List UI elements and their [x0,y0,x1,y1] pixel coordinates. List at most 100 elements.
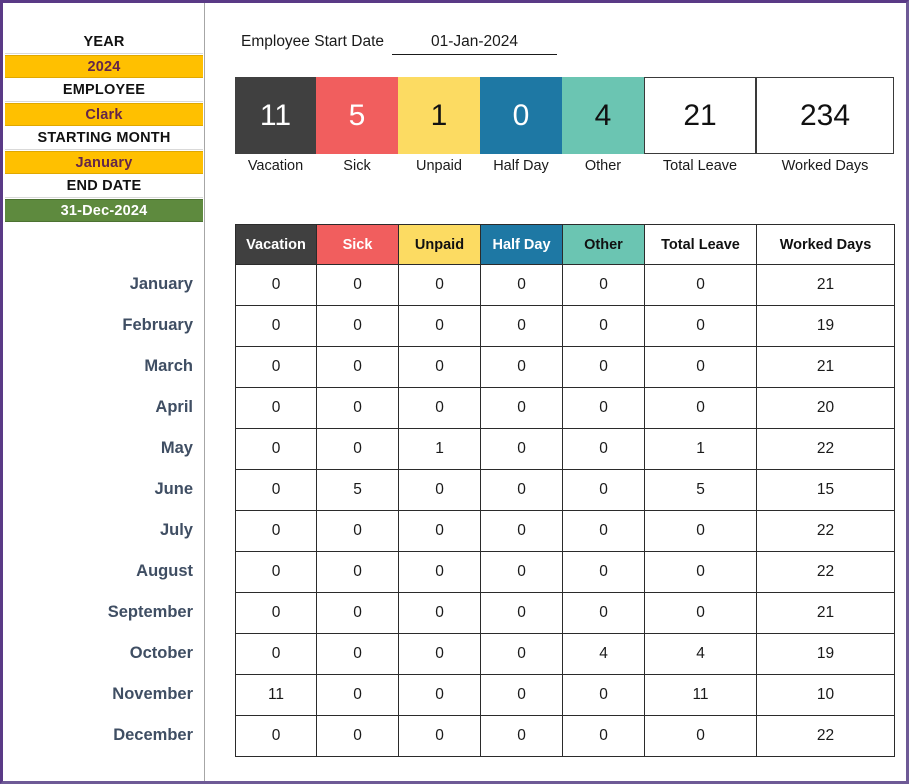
cell-march-unpaid[interactable]: 0 [398,346,481,388]
cell-may-worked-days[interactable]: 22 [756,428,895,470]
summary-card-value: 234 [799,98,851,132]
cell-march-sick[interactable]: 0 [316,346,399,388]
cell-december-worked-days[interactable]: 22 [756,715,895,757]
cell-april-other[interactable]: 0 [562,387,645,429]
cell-december-vacation[interactable]: 0 [235,715,317,757]
cell-november-worked-days[interactable]: 10 [756,674,895,716]
cell-july-worked-days[interactable]: 22 [756,510,895,552]
cell-june-half-day[interactable]: 0 [480,469,563,511]
cell-february-sick[interactable]: 0 [316,305,399,347]
cell-september-half-day[interactable]: 0 [480,592,563,634]
cell-august-total-leave[interactable]: 0 [644,551,757,593]
cell-october-vacation[interactable]: 0 [235,633,317,675]
cell-february-unpaid[interactable]: 0 [398,305,481,347]
cell-november-sick[interactable]: 0 [316,674,399,716]
cell-january-half-day[interactable]: 0 [480,264,563,306]
info-value-0[interactable]: 2024 [5,55,203,78]
cell-february-other[interactable]: 0 [562,305,645,347]
column-header-vacation[interactable]: Vacation [235,224,317,265]
cell-april-total-leave[interactable]: 0 [644,387,757,429]
cell-october-worked-days[interactable]: 19 [756,633,895,675]
cell-august-half-day[interactable]: 0 [480,551,563,593]
cell-september-vacation[interactable]: 0 [235,592,317,634]
cell-january-other[interactable]: 0 [562,264,645,306]
cell-november-vacation[interactable]: 11 [235,674,317,716]
cell-december-unpaid[interactable]: 0 [398,715,481,757]
cell-october-other[interactable]: 4 [562,633,645,675]
cell-april-vacation[interactable]: 0 [235,387,317,429]
cell-october-sick[interactable]: 0 [316,633,399,675]
cell-january-vacation[interactable]: 0 [235,264,317,306]
info-value-1[interactable]: Clark [5,103,203,126]
column-header-worked-days[interactable]: Worked Days [756,224,895,265]
cell-march-half-day[interactable]: 0 [480,346,563,388]
cell-september-sick[interactable]: 0 [316,592,399,634]
column-header-sick[interactable]: Sick [316,224,399,265]
cell-june-vacation[interactable]: 0 [235,469,317,511]
cell-june-worked-days[interactable]: 15 [756,469,895,511]
cell-october-half-day[interactable]: 0 [480,633,563,675]
cell-december-sick[interactable]: 0 [316,715,399,757]
cell-december-other[interactable]: 0 [562,715,645,757]
cell-august-other[interactable]: 0 [562,551,645,593]
employee-start-date-field[interactable]: 01-Jan-2024 [392,33,558,55]
cell-october-total-leave[interactable]: 4 [644,633,757,675]
cell-september-total-leave[interactable]: 0 [644,592,757,634]
cell-february-total-leave[interactable]: 0 [644,305,757,347]
cell-january-sick[interactable]: 0 [316,264,399,306]
cell-april-sick[interactable]: 0 [316,387,399,429]
cell-november-other[interactable]: 0 [562,674,645,716]
cell-january-worked-days[interactable]: 21 [756,264,895,306]
cell-january-unpaid[interactable]: 0 [398,264,481,306]
cell-may-total-leave[interactable]: 1 [644,428,757,470]
cell-november-half-day[interactable]: 0 [480,674,563,716]
cell-september-other[interactable]: 0 [562,592,645,634]
column-header-other[interactable]: Other [562,224,645,265]
cell-april-worked-days[interactable]: 20 [756,387,895,429]
cell-march-worked-days[interactable]: 21 [756,346,895,388]
cell-june-sick[interactable]: 5 [316,469,399,511]
cell-march-other[interactable]: 0 [562,346,645,388]
cell-august-unpaid[interactable]: 0 [398,551,481,593]
cell-november-unpaid[interactable]: 0 [398,674,481,716]
cell-september-unpaid[interactable]: 0 [398,592,481,634]
cell-july-unpaid[interactable]: 0 [398,510,481,552]
cell-november-total-leave[interactable]: 11 [644,674,757,716]
cell-july-sick[interactable]: 0 [316,510,399,552]
leave-table-body: 0 0 0 0 0 0 21 0 0 0 0 0 0 19 0 0 0 0 0 0 21 0 0 0 0 0 0 20 0 0 1 0 0 1 22… [235,264,895,757]
cell-august-worked-days[interactable]: 22 [756,551,895,593]
cell-may-unpaid[interactable]: 1 [398,428,481,470]
cell-december-total-leave[interactable]: 0 [644,715,757,757]
cell-september-worked-days[interactable]: 21 [756,592,895,634]
column-header-half-day[interactable]: Half Day [480,224,563,265]
cell-august-sick[interactable]: 0 [316,551,399,593]
cell-august-vacation[interactable]: 0 [235,551,317,593]
column-header-total-leave[interactable]: Total Leave [644,224,757,265]
cell-february-worked-days[interactable]: 19 [756,305,895,347]
cell-may-vacation[interactable]: 0 [235,428,317,470]
cell-july-half-day[interactable]: 0 [480,510,563,552]
cell-october-unpaid[interactable]: 0 [398,633,481,675]
cell-december-half-day[interactable]: 0 [480,715,563,757]
cell-april-half-day[interactable]: 0 [480,387,563,429]
cell-may-half-day[interactable]: 0 [480,428,563,470]
cell-june-unpaid[interactable]: 0 [398,469,481,511]
column-header-unpaid[interactable]: Unpaid [398,224,481,265]
cell-february-half-day[interactable]: 0 [480,305,563,347]
cell-june-other[interactable]: 0 [562,469,645,511]
info-value-3[interactable]: 31-Dec-2024 [5,199,203,222]
cell-july-total-leave[interactable]: 0 [644,510,757,552]
cell-may-other[interactable]: 0 [562,428,645,470]
cell-may-sick[interactable]: 0 [316,428,399,470]
cell-july-vacation[interactable]: 0 [235,510,317,552]
summary-caption-vacation: Vacation [247,158,304,174]
cell-march-total-leave[interactable]: 0 [644,346,757,388]
cell-july-other[interactable]: 0 [562,510,645,552]
cell-march-vacation[interactable]: 0 [235,346,317,388]
cell-february-vacation[interactable]: 0 [235,305,317,347]
cell-april-unpaid[interactable]: 0 [398,387,481,429]
summary-card-value: 11 [259,98,292,132]
cell-january-total-leave[interactable]: 0 [644,264,757,306]
cell-june-total-leave[interactable]: 5 [644,469,757,511]
info-value-2[interactable]: January [5,151,203,174]
